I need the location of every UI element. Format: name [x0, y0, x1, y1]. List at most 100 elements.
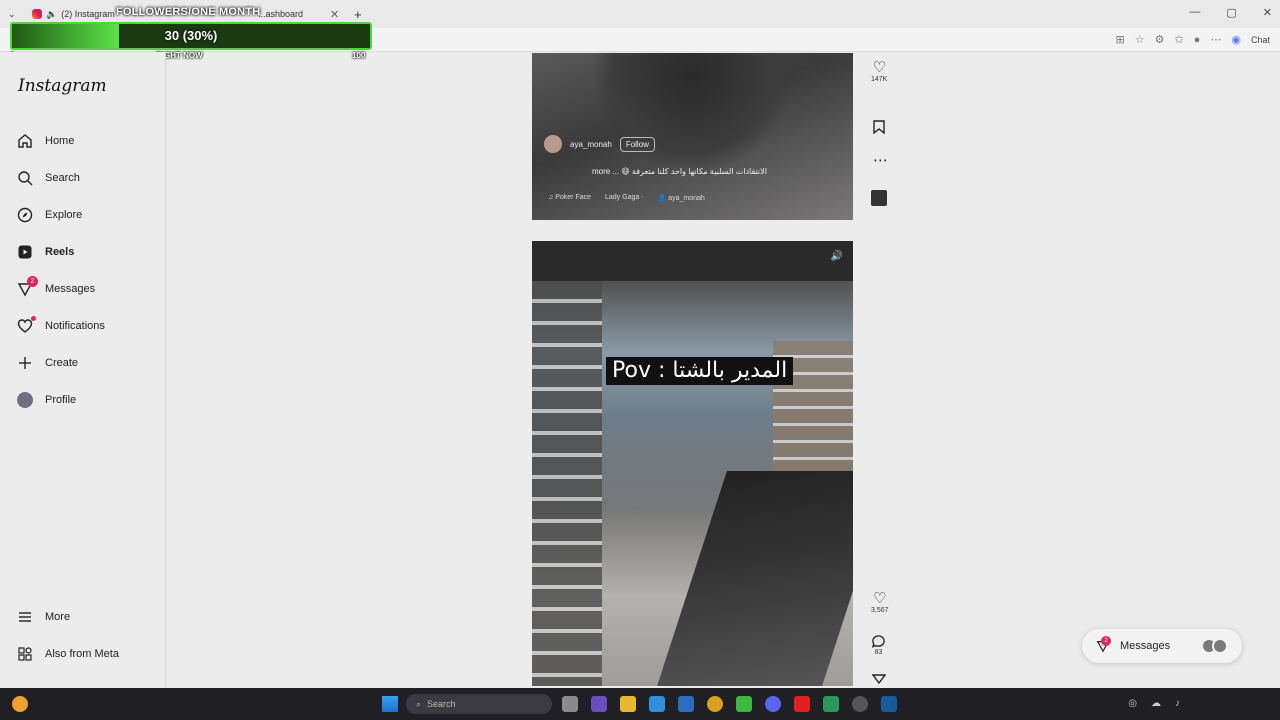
messenger-icon: 2 — [16, 276, 38, 298]
favorite-star-icon[interactable]: ☆ — [1135, 33, 1145, 46]
taskbar-search[interactable]: ⌕ Search — [406, 694, 552, 714]
youtube-icon[interactable] — [794, 696, 810, 712]
weather-icon[interactable] — [12, 696, 28, 712]
extensions-icon[interactable]: ⚙ — [1155, 33, 1165, 46]
reel-video-frame — [592, 53, 792, 173]
like-count: 3,567 — [871, 607, 889, 614]
reel-video-frame — [532, 281, 602, 686]
artist-name: Lady Gaga · — [605, 194, 644, 201]
kick-icon[interactable] — [736, 696, 752, 712]
reel-video-frame — [532, 241, 853, 281]
reel-video-2[interactable]: 🔊 المدير بالشتا : Pov — [532, 241, 853, 686]
window-controls: — ▢ ✕ — [1189, 6, 1272, 19]
sidebar-item-label: More — [45, 611, 71, 623]
reel-video-1[interactable]: aya_monah Follow الانتقادات السلبية مكان… — [532, 53, 853, 220]
comment-icon — [871, 635, 885, 648]
sidebar-item-label: Reels — [45, 246, 75, 258]
progress-text: 30 (30%) — [164, 28, 218, 43]
sidebar-item-label: Search — [45, 172, 80, 184]
overlay-title: FOLLOWERS/ONE MONTH — [116, 6, 261, 18]
favorites-icon[interactable]: ✩ — [1175, 33, 1184, 46]
reel-video-frame — [657, 471, 853, 686]
comment-button[interactable]: 83 — [871, 634, 886, 656]
sidebar-item-reels[interactable]: Reels — [16, 243, 74, 261]
grid-icon — [16, 645, 34, 663]
reels-icon — [16, 243, 34, 261]
reel-audio[interactable]: ♫ Poker Face Lady Gaga · 👤 aya_monah — [548, 194, 705, 202]
compass-icon — [16, 206, 34, 224]
sidebar-item-label: Messages — [45, 283, 96, 295]
messages-label: Messages — [1120, 640, 1171, 652]
conversation-avatars — [1201, 638, 1228, 654]
heart-icon: ♡ — [872, 59, 886, 76]
app-icon[interactable]: ⊞ — [1116, 33, 1125, 46]
tray-icon[interactable]: ♪ — [1175, 698, 1180, 709]
avatar — [1212, 638, 1228, 654]
reel-username[interactable]: aya_monah — [570, 140, 612, 149]
sidebar-item-label: Explore — [45, 209, 83, 221]
sidebar-item-label: Notifications — [45, 320, 105, 332]
more-options-button[interactable]: ⋯ — [873, 153, 888, 169]
tray-icon[interactable]: ◎ — [1128, 698, 1137, 709]
audio-username: aya_monah — [668, 195, 705, 202]
store-icon[interactable] — [678, 696, 694, 712]
sidebar-item-search[interactable]: Search — [16, 169, 80, 187]
sidebar-item-label: Create — [45, 357, 79, 369]
follow-button[interactable]: Follow — [619, 136, 655, 152]
sidebar-item-profile[interactable]: Profile — [16, 391, 76, 409]
search-icon: ⌕ — [416, 698, 422, 709]
search-icon — [16, 169, 34, 187]
close-window-button[interactable]: ✕ — [1263, 6, 1272, 19]
messages-badge: 2 — [27, 276, 38, 287]
instagram-logo[interactable]: Instagram — [18, 76, 107, 96]
reel-caption[interactable]: الانتقادات السلبية مكانها واحد كلنا متعر… — [592, 167, 767, 176]
share-button[interactable] — [872, 674, 886, 684]
comment-count: 83 — [874, 649, 883, 656]
windows-start-icon[interactable] — [382, 696, 398, 712]
avatar[interactable] — [544, 135, 562, 153]
like-button[interactable]: ♡ 147K — [871, 59, 887, 84]
messages-floating-button[interactable]: 2 Messages — [1082, 629, 1242, 663]
sidebar-item-explore[interactable]: Explore — [16, 206, 82, 224]
like-button[interactable]: ♡ 3,567 — [871, 591, 889, 615]
bookmark-icon — [873, 120, 885, 134]
sidebar-item-messages[interactable]: 2 Messages — [16, 276, 96, 298]
audio-thumbnail[interactable] — [871, 190, 887, 206]
save-button[interactable] — [873, 120, 885, 134]
edge-icon[interactable] — [649, 696, 665, 712]
sound-icon[interactable]: 🔊 — [831, 251, 843, 262]
file-explorer-icon[interactable] — [620, 696, 636, 712]
obs-icon[interactable] — [852, 696, 868, 712]
minimize-button[interactable]: — — [1189, 6, 1200, 19]
reel-text-overlay: المدير بالشتا : Pov — [606, 357, 794, 385]
sidebar-item-create[interactable]: Create — [16, 354, 78, 372]
task-view-icon[interactable] — [562, 696, 578, 712]
avatar — [17, 392, 33, 408]
tray-icon[interactable]: ☁ — [1151, 698, 1161, 709]
steam-icon[interactable] — [881, 696, 897, 712]
sidebar-item-label: Profile — [45, 394, 77, 406]
sidebar-item-notifications[interactable]: Notifications — [16, 316, 105, 335]
discord-icon[interactable] — [765, 696, 781, 712]
plus-icon — [16, 354, 34, 372]
chrome-icon[interactable] — [707, 696, 723, 712]
maximize-button[interactable]: ▢ — [1226, 6, 1236, 19]
notification-dot — [31, 316, 36, 321]
app-icon[interactable] — [823, 696, 839, 712]
sidebar-item-home[interactable]: Home — [16, 132, 74, 150]
sidebar-item-label: Home — [45, 135, 75, 147]
profile-icon[interactable]: ● — [1194, 34, 1201, 46]
sidebar-item-also-from-meta[interactable]: Also from Meta — [16, 645, 119, 663]
share-icon — [872, 674, 886, 684]
audio-user: 👤 aya_monah — [657, 195, 705, 202]
system-tray: ◎ ☁ ♪ — [1128, 698, 1180, 709]
sidebar-item-more[interactable]: More — [16, 608, 70, 626]
copilot-icon[interactable]: ◉ — [1231, 33, 1241, 46]
app-icon[interactable] — [591, 696, 607, 712]
chat-button[interactable]: Chat — [1251, 35, 1270, 45]
song-title: Poker Face — [555, 194, 591, 201]
more-options-icon[interactable]: ⋯ — [1210, 33, 1221, 46]
toolbar-icons: ⊞ ☆ ⚙ ✩ ● ⋯ ◉ Chat — [1116, 33, 1270, 47]
music-note-icon: ♫ Poker Face — [548, 194, 591, 201]
sidebar-item-label: Also from Meta — [45, 648, 119, 660]
